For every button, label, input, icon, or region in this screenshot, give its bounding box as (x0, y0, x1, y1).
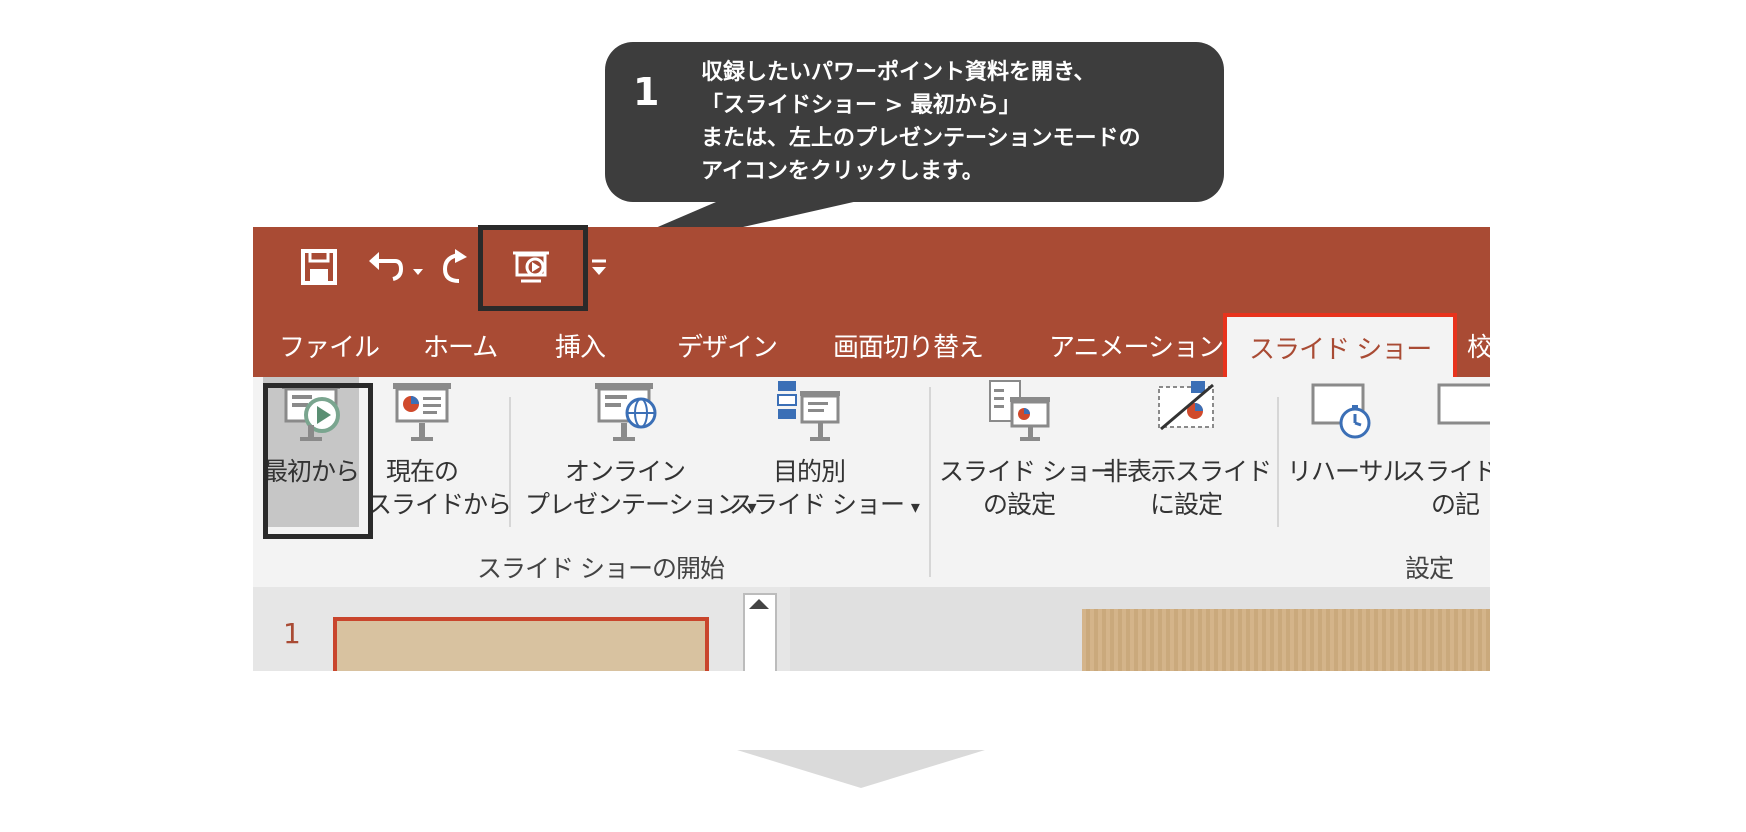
custom-slide-show-line1: 目的別 (772, 457, 846, 486)
ribbon-separator (1277, 397, 1279, 527)
undo-dropdown-icon[interactable] (411, 247, 425, 287)
tab-transitions[interactable]: 画面切り替え (833, 319, 984, 377)
thumbnail-scrollbar[interactable] (743, 593, 777, 671)
online-presentation-line1: オンライン (564, 457, 686, 486)
save-icon[interactable] (299, 247, 339, 287)
setup-slideshow-icon (989, 380, 1050, 441)
instruction-line: アイコンをクリックします。 (701, 159, 984, 184)
from-current-line2: スライドから (367, 490, 512, 519)
tab-design[interactable]: デザイン (677, 319, 778, 377)
slide-preview[interactable] (1082, 609, 1490, 671)
record-slide-show-line1: スライド (1401, 457, 1490, 486)
tab-file[interactable]: ファイル (279, 319, 380, 377)
instruction-text: 収録したいパワーポイント資料を開き、 「スライドショー > 最初から」 または、… (701, 56, 1141, 188)
dropdown-arrow-icon: ▾ (910, 497, 920, 518)
setup-slide-show-button[interactable]: スライド ショー の設定 (939, 377, 1115, 521)
highlight-from-beginning-button (263, 383, 373, 539)
title-bar: ファイル ホーム 挿入 デザイン 画面切り替え アニメーション スライド ショー… (253, 227, 1490, 387)
tab-slide-show[interactable]: スライド ショー (1223, 313, 1458, 387)
stopwatch-icon (1311, 383, 1371, 439)
online-presentation-line2-wrap: プレゼンテーション ▾ (525, 488, 757, 524)
rehearse-timings-label: リハーサル (1287, 457, 1408, 486)
rehearse-timings-button[interactable]: リハーサル (1287, 377, 1408, 488)
hide-slide-button[interactable]: 非表示スライド に設定 (1103, 377, 1272, 521)
setup-slide-show-line2: の設定 (982, 490, 1056, 519)
setup-slide-show-line1: スライド ショー (939, 457, 1115, 486)
record-slide-show-line2: の記 (1431, 490, 1480, 519)
ribbon-group-separator (929, 387, 931, 577)
scroll-up-icon[interactable] (749, 599, 769, 609)
custom-slide-show-line2: スライド ショー (729, 490, 905, 519)
tab-home[interactable]: ホーム (423, 319, 498, 377)
powerpoint-window: ファイル ホーム 挿入 デザイン 画面切り替え アニメーション スライド ショー… (253, 227, 1490, 671)
custom-slideshow-icon (777, 381, 840, 441)
slide-workspace: 1 (253, 587, 1490, 671)
undo-icon[interactable] (365, 247, 405, 287)
slide-editor-canvas (790, 587, 1490, 671)
hide-slide-line2: に設定 (1149, 490, 1223, 519)
online-presentation-button[interactable]: オンライン プレゼンテーション ▾ (525, 377, 757, 524)
ribbon-separator (509, 397, 511, 527)
slideshow-current-icon (393, 383, 451, 441)
step-number: 1 (633, 70, 660, 114)
instruction-line: または、左上のプレゼンテーションモードの (701, 126, 1141, 151)
tab-insert[interactable]: 挿入 (555, 319, 606, 377)
custom-slide-show-line2-wrap: スライド ショー ▾ (729, 488, 920, 524)
record-slideshow-icon (1437, 383, 1490, 425)
instruction-callout: 1 収録したいパワーポイント資料を開き、 「スライドショー > 最初から」 また… (605, 42, 1224, 202)
tab-animations[interactable]: アニメーション (1049, 319, 1224, 377)
from-current-line1: 現在の (385, 457, 459, 486)
highlight-presentation-mode-icon (478, 225, 588, 311)
next-step-arrow-icon (737, 750, 985, 788)
instruction-line: 収録したいパワーポイント資料を開き、 (701, 60, 1096, 85)
slide-number: 1 (283, 617, 301, 650)
group-label-start-slideshow: スライド ショーの開始 (477, 554, 725, 583)
from-current-slide-button[interactable]: 現在の スライドから (367, 377, 512, 521)
hide-slide-line1: 非表示スライド (1103, 457, 1272, 486)
ribbon-tabs: ファイル ホーム 挿入 デザイン 画面切り替え アニメーション スライド ショー… (253, 313, 1490, 387)
online-presentation-icon (595, 383, 657, 441)
customize-toolbar-icon[interactable] (589, 247, 609, 287)
group-label-setup: 設定 (1405, 554, 1454, 583)
slide-thumbnail[interactable] (333, 617, 709, 671)
online-presentation-line2: プレゼンテーション (525, 490, 742, 519)
custom-slide-show-button[interactable]: 目的別 スライド ショー ▾ (729, 377, 920, 524)
redo-icon[interactable] (435, 247, 475, 287)
record-slide-show-button[interactable]: スライド の記 (1401, 377, 1490, 521)
ribbon-panel: 最初から 現在の スライドから オンライン プレゼンテーション ▾ 目的別 スラ… (253, 377, 1490, 587)
tab-review[interactable]: 校 (1467, 319, 1490, 377)
hide-slide-icon (1158, 381, 1214, 431)
instruction-line: 「スライドショー > 最初から」 (701, 93, 1021, 118)
